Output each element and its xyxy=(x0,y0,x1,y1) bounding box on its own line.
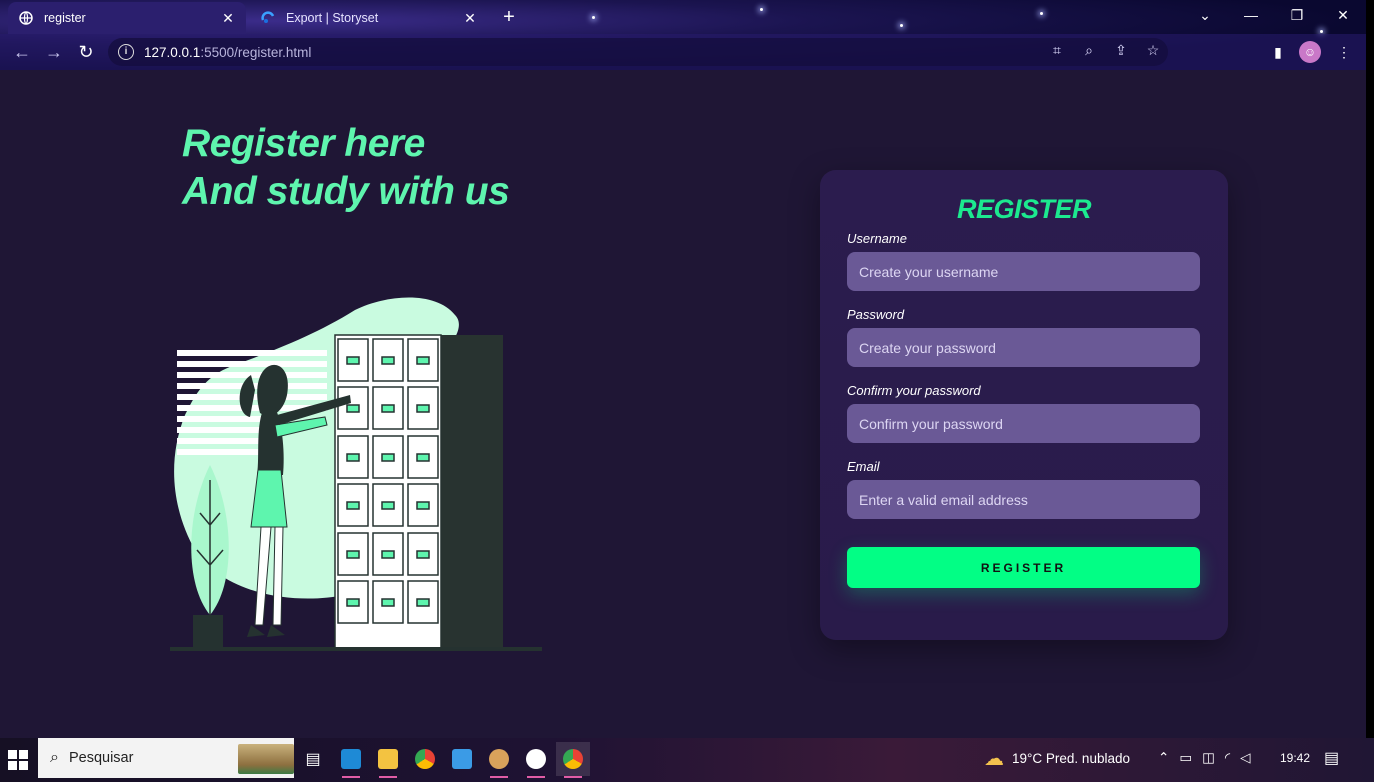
username-label: Username xyxy=(847,231,907,246)
register-button[interactable]: REGISTER xyxy=(847,547,1200,588)
close-tab-icon[interactable]: ✕ xyxy=(462,10,478,27)
password-input[interactable] xyxy=(847,328,1200,367)
show-hidden-icons-icon[interactable]: ⌃ xyxy=(1158,750,1169,766)
close-window-button[interactable]: ✕ xyxy=(1320,0,1366,30)
clock[interactable]: 19:42 xyxy=(1280,738,1310,778)
tab-strip: register ✕ Export | Storyset ✕ + ⌄ — ❐ ✕ xyxy=(0,0,1366,34)
tab-storyset[interactable]: Export | Storyset ✕ xyxy=(250,2,488,34)
url-host: 127.0.0.1 xyxy=(144,44,201,60)
password-label: Password xyxy=(847,307,905,322)
username-input[interactable] xyxy=(847,252,1200,291)
address-bar[interactable]: i 127.0.0.1:5500/register.html ⌗ ⌕ ⇪ ☆ xyxy=(108,38,1168,66)
clock-time: 19:42 xyxy=(1280,751,1311,765)
register-page: Register here And study with us REGISTER… xyxy=(0,70,1366,738)
windows-start-icon[interactable] xyxy=(8,750,28,770)
page-headline: Register here And study with us xyxy=(182,120,510,216)
close-tab-icon[interactable]: ✕ xyxy=(220,10,236,27)
storyset-icon xyxy=(260,10,276,26)
confirm-password-label: Confirm your password xyxy=(847,383,981,398)
profile-avatar[interactable]: ☺ xyxy=(1299,41,1321,63)
weather-widget[interactable]: ☁ 19°C Pred. nublado xyxy=(984,738,1130,778)
register-form: REGISTER Username Password Confirm your … xyxy=(820,170,1228,640)
new-tab-button[interactable]: + xyxy=(498,6,520,28)
tab-search-icon[interactable]: ⌄ xyxy=(1182,0,1228,30)
translate-icon[interactable]: ⌗ xyxy=(1048,42,1066,59)
email-label: Email xyxy=(847,459,880,474)
back-button[interactable]: ← xyxy=(10,40,34,64)
menu-icon[interactable]: ⋮ xyxy=(1332,40,1356,64)
tab-title: Export | Storyset xyxy=(286,11,379,25)
taskbar-search[interactable]: ⌕ Pesquisar xyxy=(38,738,294,778)
bookmark-star-icon[interactable]: ☆ xyxy=(1144,42,1162,59)
site-info-icon[interactable]: i xyxy=(118,44,134,60)
chrome-icon[interactable] xyxy=(408,742,442,776)
address-bar-actions: ⌗ ⌕ ⇪ ☆ xyxy=(1048,42,1162,59)
notifications-icon[interactable]: ▤ xyxy=(1324,738,1339,778)
filing-cabinet-illustration xyxy=(170,297,542,651)
forward-button[interactable]: → xyxy=(42,40,66,64)
url-text: 127.0.0.1:5500/register.html xyxy=(144,45,311,60)
wifi-icon[interactable]: ◜ xyxy=(1225,750,1230,766)
weather-text: 19°C Pred. nublado xyxy=(1012,750,1130,766)
headline-line-1: Register here xyxy=(182,122,425,165)
cloudy-weather-icon: ☁ xyxy=(984,747,1004,770)
remote-desktop-icon[interactable] xyxy=(445,742,479,776)
email-input[interactable] xyxy=(847,480,1200,519)
globe-icon xyxy=(18,10,34,26)
windows-taskbar: ⌕ Pesquisar ▤ ☁ 19°C Pred. nublado ⌃ ▭ ◫… xyxy=(0,738,1374,782)
tab-title: register xyxy=(44,11,86,25)
confirm-password-input[interactable] xyxy=(847,404,1200,443)
browser-toolbar: ← → ↻ i 127.0.0.1:5500/register.html ⌗ ⌕… xyxy=(0,34,1366,70)
taskbar-search-placeholder: Pesquisar xyxy=(68,750,134,766)
vscode-icon[interactable] xyxy=(334,742,368,778)
search-icon: ⌕ xyxy=(50,749,59,766)
zoom-icon[interactable]: ⌕ xyxy=(1080,42,1098,59)
device-icon[interactable]: ◫ xyxy=(1202,750,1215,766)
minimize-button[interactable]: — xyxy=(1228,0,1274,30)
browser-chrome: register ✕ Export | Storyset ✕ + ⌄ — ❐ ✕… xyxy=(0,0,1366,70)
volume-icon[interactable]: ◁ xyxy=(1240,750,1250,766)
tab-register[interactable]: register ✕ xyxy=(8,2,246,34)
paint-icon[interactable] xyxy=(482,742,516,778)
side-panel-icon[interactable]: ▮ xyxy=(1266,40,1290,64)
system-tray: ⌃ ▭ ◫ ◜ ◁ xyxy=(1158,738,1250,778)
chrome-active-icon[interactable] xyxy=(556,742,590,778)
task-view-icon[interactable]: ▤ xyxy=(296,742,330,776)
url-path: :5500/register.html xyxy=(200,44,312,60)
file-explorer-icon[interactable] xyxy=(371,742,405,778)
restore-button[interactable]: ❐ xyxy=(1274,0,1320,30)
github-icon[interactable] xyxy=(519,742,553,778)
headline-line-2: And study with us xyxy=(182,170,510,213)
share-icon[interactable]: ⇪ xyxy=(1112,42,1130,59)
reload-button[interactable]: ↻ xyxy=(74,40,98,64)
battery-icon[interactable]: ▭ xyxy=(1179,750,1192,766)
search-highlight-image xyxy=(238,744,294,774)
form-title: REGISTER xyxy=(956,194,1092,224)
